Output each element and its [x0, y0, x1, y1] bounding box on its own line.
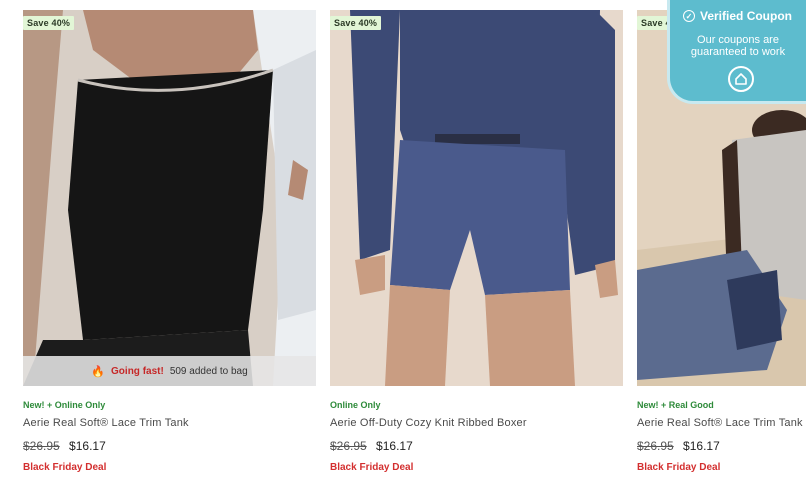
product-tag: New! + Real Good	[637, 400, 714, 410]
product-tag: New! + Online Only	[23, 400, 106, 410]
product-name[interactable]: Aerie Off-Duty Cozy Knit Ribbed Boxer	[330, 417, 527, 429]
flame-icon: 🔥	[91, 365, 106, 378]
original-price: $26.95	[23, 439, 60, 453]
deal-label: Black Friday Deal	[23, 462, 107, 473]
original-price: $26.95	[330, 439, 367, 453]
coupon-title: Verified Coupon	[700, 9, 793, 23]
save-badge: Save 40%	[23, 16, 75, 30]
product-card[interactable]: Save 40% 🔥 Going fast! 509 added to bag …	[23, 0, 316, 483]
product-image[interactable]: Save 40% 🔥 Going fast! 509 added to bag	[23, 10, 316, 386]
house-icon-glyph	[735, 73, 747, 85]
deal-label: Black Friday Deal	[637, 462, 721, 473]
house-icon[interactable]	[728, 66, 754, 92]
product-tag: Online Only	[330, 400, 381, 410]
product-name[interactable]: Aerie Real Soft® Lace Trim Tank	[637, 417, 803, 429]
check-circle-icon: ✓	[683, 10, 695, 22]
product-card[interactable]: Save 40% Online Only Aerie Off-Duty Cozy…	[330, 0, 623, 483]
coupon-header: ✓ Verified Coupon	[683, 9, 792, 23]
coupon-subtitle: Our coupons are guaranteed to work	[690, 34, 786, 58]
deal-label: Black Friday Deal	[330, 462, 414, 473]
sale-price: $16.17	[683, 439, 720, 453]
save-badge: Save 40%	[330, 16, 382, 30]
product-photo	[330, 10, 623, 386]
sale-price: $16.17	[376, 439, 413, 453]
price-row: $26.95 $16.17	[23, 439, 106, 453]
verified-coupon-popup[interactable]: ✓ Verified Coupon Our coupons are guaran…	[667, 0, 806, 104]
product-photo	[23, 10, 316, 386]
original-price: $26.95	[637, 439, 674, 453]
going-fast-label: Going fast!	[111, 365, 164, 377]
product-image[interactable]: Save 40%	[330, 10, 623, 386]
product-name[interactable]: Aerie Real Soft® Lace Trim Tank	[23, 417, 189, 429]
price-row: $26.95 $16.17	[637, 439, 720, 453]
going-fast-banner: 🔥 Going fast! 509 added to bag	[23, 356, 316, 386]
added-to-bag-count: 509 added to bag	[169, 365, 248, 377]
sale-price: $16.17	[69, 439, 106, 453]
price-row: $26.95 $16.17	[330, 439, 413, 453]
